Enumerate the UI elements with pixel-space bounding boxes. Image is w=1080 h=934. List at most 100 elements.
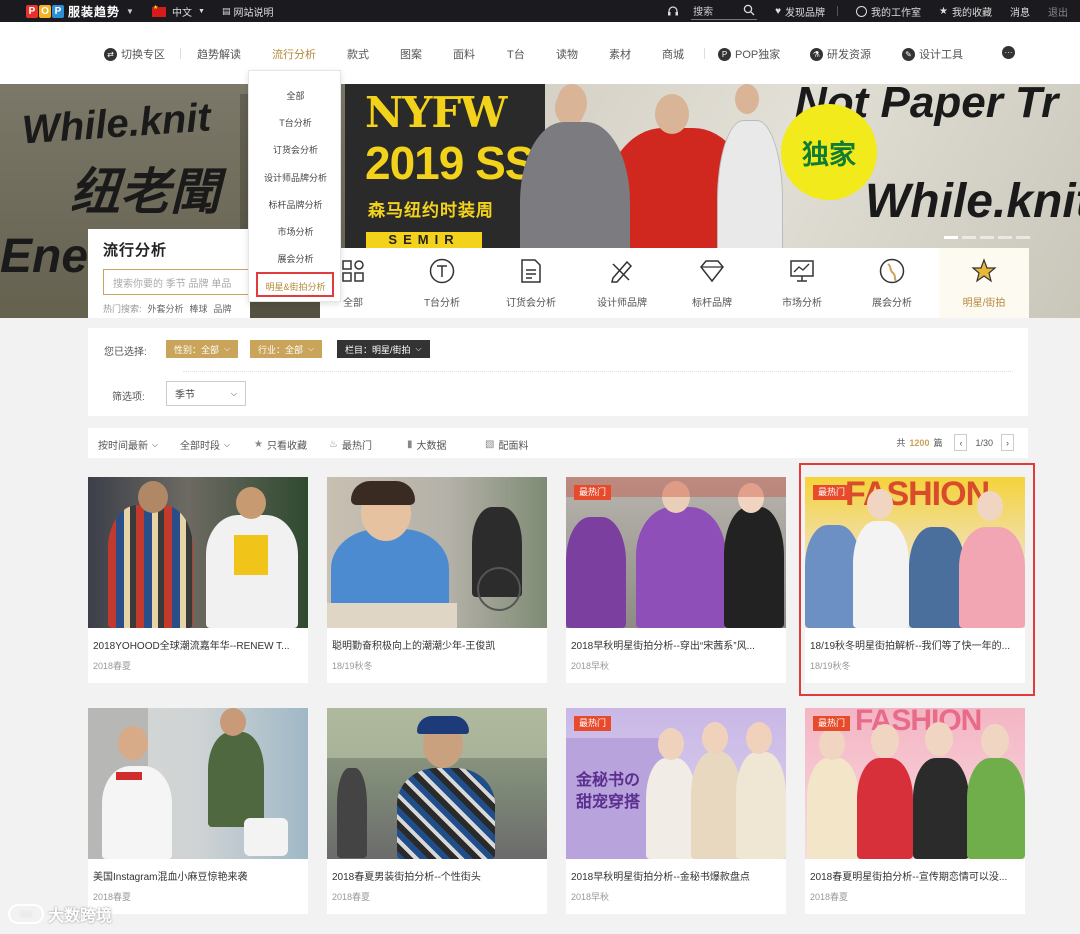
category-designer-brand[interactable]: 设计师品牌	[577, 258, 667, 309]
logout-link[interactable]: 退出	[1048, 4, 1068, 19]
discover-brand-link[interactable]: ♥ 发现品牌	[775, 4, 825, 19]
card-thumbnail[interactable]: 最热门 金秘书の 甜宠穿搭	[566, 708, 786, 859]
photo-subject	[417, 716, 469, 734]
top-search[interactable]: 搜索	[691, 3, 758, 20]
chevron-down-icon[interactable]: ▼	[126, 7, 134, 16]
card-title[interactable]: 2018春夏明星街拍分析--宣传期恋情可以没...	[810, 868, 1022, 883]
dropdown-item-market[interactable]: 市场分析	[249, 225, 342, 238]
with-fabric-sort[interactable]: ▧ 配面料	[485, 437, 528, 452]
bar-chart-icon: ▮	[407, 439, 413, 450]
article-card[interactable]: 2018YOHOOD全球潮流嘉年华--RENEW T... 2018春夏	[88, 477, 308, 683]
prev-page-button[interactable]: ‹	[954, 434, 968, 451]
card-thumbnail[interactable]	[88, 708, 308, 859]
nav-runway[interactable]: T台	[507, 46, 525, 62]
dropdown-item-runway[interactable]: T台分析	[249, 116, 342, 129]
language-switcher[interactable]: 中文 ▼	[152, 4, 205, 19]
carousel-dot[interactable]	[998, 236, 1012, 239]
analysis-search-input[interactable]: 搜索你要的 季节 品牌 单品	[103, 269, 253, 295]
nav-patterns[interactable]: 图案	[400, 46, 422, 62]
favorites-only-toggle[interactable]: ★ 只看收藏	[254, 437, 307, 452]
nav-rd-resources[interactable]: ⚗ 研发资源	[810, 46, 871, 62]
exclusive-badge: 独家	[781, 104, 877, 200]
article-card[interactable]: 美国Instagram混血小麻豆惊艳来袭 2018春夏	[88, 708, 308, 914]
card-title[interactable]: 2018春夏男装街拍分析--个性街头	[332, 868, 544, 883]
sort-by-time[interactable]: 按时间最新 ⌵	[98, 437, 158, 453]
my-favorites-link[interactable]: ★ 我的收藏	[939, 4, 992, 19]
article-card[interactable]: 最热门 金秘书の 甜宠穿搭 2018早秋明星街拍分析--金秘书爆款盘点 2018…	[566, 708, 786, 914]
analysis-panel: 流行分析 搜索你要的 季节 品牌 单品 热门搜索: 外套分析 棒球 品牌	[88, 229, 253, 318]
dropdown-item-all[interactable]: 全部	[249, 89, 342, 102]
nav-styles[interactable]: 款式	[347, 46, 369, 62]
carousel-dots[interactable]	[944, 236, 1030, 239]
my-studio-link[interactable]: 我的工作室	[856, 4, 921, 19]
card-title[interactable]: 2018早秋明星街拍分析--金秘书爆款盘点	[571, 868, 783, 883]
nav-pop-exclusive[interactable]: P POP独家	[718, 46, 780, 62]
card-title[interactable]: 2018早秋明星街拍分析--穿出“宋茜系”风...	[571, 637, 783, 652]
card-thumbnail[interactable]	[88, 477, 308, 628]
nav-trend-reading[interactable]: 趋势解读	[197, 46, 241, 62]
gender-filter-chip[interactable]: 性别：全部 ⌵	[166, 340, 239, 358]
carousel-dot[interactable]	[980, 236, 994, 239]
switch-icon: ⇄	[104, 47, 117, 61]
article-card[interactable]: 聪明勤奋积极向上的潮潮少年-王俊凯 18/19秋冬	[327, 477, 547, 683]
period-select[interactable]: 全部时段 ⌵	[180, 437, 230, 453]
heart-icon: ♥	[775, 5, 782, 17]
next-page-button[interactable]: ›	[1001, 434, 1014, 451]
more-menu-button[interactable]: ···	[1002, 46, 1015, 59]
big-data-sort[interactable]: ▮ 大数据	[407, 437, 447, 452]
card-thumbnail[interactable]	[327, 708, 547, 859]
hottest-sort[interactable]: ♨ 最热门	[329, 437, 372, 452]
hot-badge: 最热门	[574, 716, 612, 731]
card-thumbnail[interactable]: 最热门 FASHION	[805, 708, 1025, 859]
photo-subject	[724, 507, 784, 628]
headset-icon[interactable]	[667, 5, 679, 17]
globe-icon	[879, 258, 905, 284]
carousel-dot[interactable]	[1016, 236, 1030, 239]
pop-exclusive-icon: P	[718, 47, 731, 61]
category-celebrity-street[interactable]: 明星/街拍	[939, 258, 1029, 309]
industry-filter-chip[interactable]: 行业：全部 ⌵	[250, 340, 323, 358]
star-icon: ★	[254, 439, 263, 450]
category-benchmark-brand[interactable]: 标杆品牌	[667, 258, 757, 309]
category-order-fair[interactable]: 订货会分析	[486, 258, 576, 309]
column-filter-chip[interactable]: 栏目：明星/街拍 ⌵	[337, 340, 430, 358]
dropdown-item-exhibition[interactable]: 展会分析	[249, 252, 342, 265]
total-count: 1200	[909, 437, 930, 448]
season-select[interactable]: 季节 ⌵	[166, 381, 246, 406]
carousel-dot[interactable]	[944, 236, 958, 239]
messages-link[interactable]: 消息	[1010, 4, 1030, 19]
card-thumbnail[interactable]: 最热门	[566, 477, 786, 628]
nav-trend-analysis[interactable]: 流行分析	[272, 46, 316, 62]
nav-materials[interactable]: 素材	[609, 46, 631, 62]
hot-term-link[interactable]: 棒球	[190, 302, 208, 315]
category-exhibition[interactable]: 展会分析	[847, 258, 937, 309]
card-title[interactable]: 美国Instagram混血小麻豆惊艳来袭	[93, 868, 305, 883]
photo-subject	[138, 481, 168, 513]
site-logo[interactable]: P O P 服装趋势 ▼	[26, 3, 134, 19]
dropdown-item-order-fair[interactable]: 订货会分析	[249, 143, 342, 156]
nav-mall[interactable]: 商城	[662, 46, 684, 62]
card-season: 18/19秋冬	[332, 661, 373, 671]
runway-t-icon	[429, 258, 455, 284]
article-card[interactable]: 2018春夏男装街拍分析--个性街头 2018春夏	[327, 708, 547, 914]
article-card[interactable]: 最热门 FASHION 2018春夏明星街拍分析--宣传期恋情可以没... 20…	[805, 708, 1025, 914]
search-icon[interactable]	[743, 4, 755, 16]
watermark-logo-icon: ◌◌	[8, 904, 44, 924]
card-title[interactable]: 2018YOHOOD全球潮流嘉年华--RENEW T...	[93, 637, 305, 652]
hot-term-link[interactable]: 外套分析	[148, 302, 184, 315]
nav-publications[interactable]: 读物	[556, 46, 578, 62]
card-thumbnail[interactable]	[327, 477, 547, 628]
article-card[interactable]: 最热门 2018早秋明星街拍分析--穿出“宋茜系”风... 2018早秋	[566, 477, 786, 683]
dropdown-item-benchmark[interactable]: 标杆品牌分析	[249, 198, 342, 211]
card-title[interactable]: 聪明勤奋积极向上的潮潮少年-王俊凯	[332, 637, 544, 652]
photo-subject	[116, 772, 142, 780]
dropdown-item-designer[interactable]: 设计师品牌分析	[249, 171, 342, 184]
hot-term-link[interactable]: 品牌	[214, 302, 232, 315]
category-market-analysis[interactable]: 市场分析	[757, 258, 847, 309]
nav-switch-zone[interactable]: ⇄ 切换专区	[104, 46, 165, 62]
site-guide-link[interactable]: ▤ 网站说明	[222, 4, 274, 19]
category-runway[interactable]: T台分析	[397, 258, 487, 309]
nav-design-tools[interactable]: ✎ 设计工具	[902, 46, 963, 62]
carousel-dot[interactable]	[962, 236, 976, 239]
nav-fabrics[interactable]: 面料	[453, 46, 475, 62]
